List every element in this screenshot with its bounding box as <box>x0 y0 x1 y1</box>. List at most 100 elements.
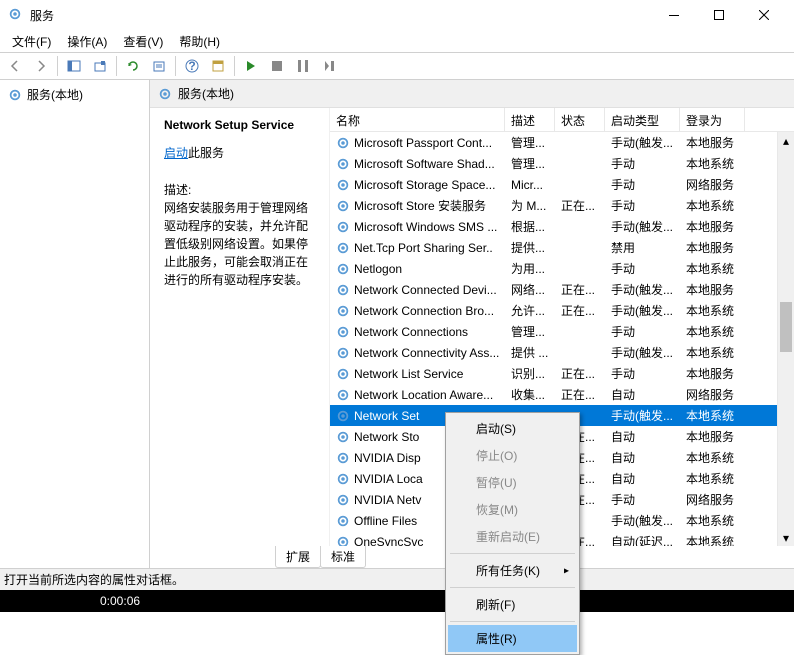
col-desc[interactable]: 描述 <box>505 108 555 131</box>
detail-start-row: 启动此服务 <box>164 144 319 161</box>
service-row[interactable]: Netlogon为用...手动本地系统 <box>330 258 794 279</box>
cell-status: 正在... <box>555 195 605 216</box>
cell-logon: 本地系统 <box>680 405 745 426</box>
cell-desc: 允许... <box>505 300 555 321</box>
cell-start: 手动 <box>605 258 680 279</box>
ctx-refresh[interactable]: 刷新(F) <box>448 591 577 618</box>
service-row[interactable]: Microsoft Store 安装服务为 M...正在...手动本地系统 <box>330 195 794 216</box>
cell-desc: 识别... <box>505 363 555 384</box>
minimize-button[interactable] <box>651 1 696 30</box>
ctx-stop[interactable]: 停止(O) <box>448 442 577 469</box>
menu-view[interactable]: 查看(V) <box>115 31 171 52</box>
menu-file[interactable]: 文件(F) <box>4 31 59 52</box>
service-row[interactable]: Network Connected Devi...网络...正在...手动(触发… <box>330 279 794 300</box>
cell-status <box>555 351 605 355</box>
ctx-properties[interactable]: 属性(R) <box>448 625 577 652</box>
ctx-pause[interactable]: 暂停(U) <box>448 469 577 496</box>
tree-root-item[interactable]: 服务(本地) <box>4 84 145 105</box>
start-link[interactable]: 启动 <box>164 146 188 160</box>
detail-desc: 描述: 网络安装服务用于管理网络驱动程序的安装，并允许配置低级别网络设置。如果停… <box>164 181 319 289</box>
app-icon <box>8 7 24 23</box>
pane-header-label: 服务(本地) <box>178 85 234 102</box>
cell-status <box>555 141 605 145</box>
cell-start: 手动(触发... <box>605 342 680 363</box>
cell-start: 手动(触发... <box>605 216 680 237</box>
ctx-resume[interactable]: 恢复(M) <box>448 496 577 523</box>
service-row[interactable]: Network Connections管理...手动本地系统 <box>330 321 794 342</box>
service-row[interactable]: Microsoft Software Shad...管理...手动本地系统 <box>330 153 794 174</box>
cell-name: Netlogon <box>330 260 505 278</box>
cell-logon: 本地服务 <box>680 132 745 153</box>
cell-logon: 本地服务 <box>680 426 745 447</box>
menubar: 文件(F) 操作(A) 查看(V) 帮助(H) <box>0 30 794 52</box>
tab-extended[interactable]: 扩展 <box>275 546 321 568</box>
cell-name: Network Connected Devi... <box>330 281 505 299</box>
ctx-sep <box>450 553 575 554</box>
cell-logon: 本地服务 <box>680 237 745 258</box>
cell-start: 自动(延迟... <box>605 531 680 546</box>
service-row[interactable]: Microsoft Passport Cont...管理...手动(触发...本… <box>330 132 794 153</box>
statusbar: 打开当前所选内容的属性对话框。 <box>0 568 794 590</box>
svg-text:?: ? <box>188 59 195 73</box>
service-row[interactable]: Network Connectivity Ass...提供 ...手动(触发..… <box>330 342 794 363</box>
close-button[interactable] <box>741 1 786 30</box>
export-button[interactable] <box>88 54 112 78</box>
cell-status <box>555 267 605 271</box>
cell-start: 手动 <box>605 153 680 174</box>
service-row[interactable]: Network Location Aware...收集...正在...自动网络服… <box>330 384 794 405</box>
service-row[interactable]: Microsoft Windows SMS ...根据...手动(触发...本地… <box>330 216 794 237</box>
show-hide-button[interactable] <box>62 54 86 78</box>
restart-service-button[interactable] <box>317 54 341 78</box>
time-display: 0:00:06 <box>100 594 140 608</box>
tab-standard[interactable]: 标准 <box>320 546 366 568</box>
service-row[interactable]: Net.Tcp Port Sharing Ser..提供...禁用本地服务 <box>330 237 794 258</box>
cell-desc: 管理... <box>505 153 555 174</box>
scroll-down-icon[interactable]: ▾ <box>778 529 794 546</box>
cell-status: 正在... <box>555 384 605 405</box>
properties-button[interactable] <box>206 54 230 78</box>
maximize-button[interactable] <box>696 1 741 30</box>
service-row[interactable]: Microsoft Storage Space...Micr...手动网络服务 <box>330 174 794 195</box>
list-header: 名称 描述 状态 启动类型 登录为 <box>330 108 794 132</box>
pause-service-button[interactable] <box>291 54 315 78</box>
cell-name: Network Location Aware... <box>330 386 505 404</box>
ctx-alltasks[interactable]: 所有任务(K)▸ <box>448 557 577 584</box>
context-menu: 启动(S) 停止(O) 暂停(U) 恢复(M) 重新启动(E) 所有任务(K)▸… <box>445 412 580 655</box>
cell-name: Microsoft Storage Space... <box>330 176 505 194</box>
cell-desc: 提供 ... <box>505 342 555 363</box>
cell-name: Microsoft Software Shad... <box>330 155 505 173</box>
cell-name: Network Connection Bro... <box>330 302 505 320</box>
help-button[interactable]: ? <box>180 54 204 78</box>
scroll-thumb[interactable] <box>780 302 792 352</box>
cell-logon: 本地系统 <box>680 258 745 279</box>
cell-start: 手动(触发... <box>605 510 680 531</box>
refresh-button[interactable] <box>121 54 145 78</box>
detail-desc-text: 网络安装服务用于管理网络驱动程序的安装，并允许配置低级别网络设置。如果停止此服务… <box>164 199 319 289</box>
cell-start: 手动 <box>605 363 680 384</box>
stop-service-button[interactable] <box>265 54 289 78</box>
gear-icon <box>158 87 172 101</box>
forward-button[interactable] <box>29 54 53 78</box>
cell-status: 正在... <box>555 363 605 384</box>
export-list-button[interactable] <box>147 54 171 78</box>
ctx-start[interactable]: 启动(S) <box>448 415 577 442</box>
scroll-up-icon[interactable]: ▴ <box>778 132 794 149</box>
chevron-right-icon: ▸ <box>564 565 569 576</box>
col-name[interactable]: 名称 <box>330 108 505 131</box>
service-row[interactable]: Network List Service识别...正在...手动本地服务 <box>330 363 794 384</box>
cell-start: 手动(触发... <box>605 405 680 426</box>
scrollbar[interactable]: ▴ ▾ <box>777 132 794 546</box>
menu-help[interactable]: 帮助(H) <box>171 31 228 52</box>
cell-desc: 管理... <box>505 132 555 153</box>
service-row[interactable]: Network Connection Bro...允许...正在...手动(触发… <box>330 300 794 321</box>
menu-action[interactable]: 操作(A) <box>59 31 115 52</box>
ctx-restart[interactable]: 重新启动(E) <box>448 523 577 550</box>
start-service-button[interactable] <box>239 54 263 78</box>
cell-start: 自动 <box>605 426 680 447</box>
col-logon[interactable]: 登录为 <box>680 108 745 131</box>
cell-desc: 为 M... <box>505 195 555 216</box>
col-status[interactable]: 状态 <box>555 108 605 131</box>
cell-desc: 提供... <box>505 237 555 258</box>
back-button[interactable] <box>3 54 27 78</box>
col-start[interactable]: 启动类型 <box>605 108 680 131</box>
